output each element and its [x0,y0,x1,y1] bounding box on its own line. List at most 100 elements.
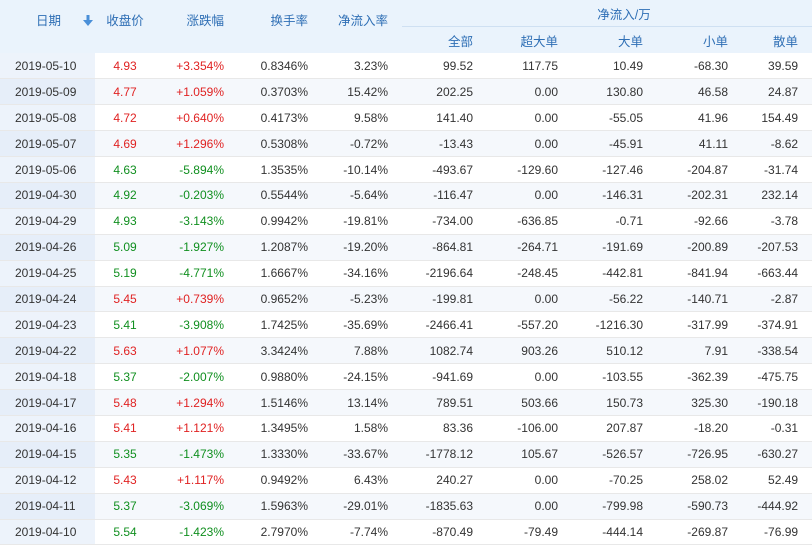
net-inflow-rate-header[interactable]: 净流入率 [322,0,402,53]
close-price-cell: 5.63 [95,337,155,365]
net-inflow-total-cell: -1778.12 [402,441,487,468]
sort-down-arrow-icon[interactable] [83,15,94,29]
close-price-cell: 5.37 [95,363,155,391]
net-inflow-small-cell: -92.66 [657,208,742,235]
change-percent-cell: -3.069% [155,493,238,520]
close-price-cell: 5.37 [95,493,155,520]
table-row[interactable]: 2019-05-08 4.72 +0.640% 0.4173% 9.58% 141.40 0… [0,104,812,132]
net-inflow-small-cell: -269.87 [657,519,742,546]
net-inflow-large-cell: -799.98 [572,493,657,520]
net-inflow-total-cell: -493.67 [402,156,487,183]
net-inflow-total-cell: 202.25 [402,78,487,106]
change-percent-cell: +1.294% [155,389,238,416]
net-inflow-super-large-header[interactable]: 超大单 [487,26,572,53]
net-inflow-rate-cell: -5.64% [322,182,402,209]
turnover-rate-cell: 1.3330% [238,441,322,468]
table-row[interactable]: 2019-04-15 5.35 -1.473% 1.3330% -33.67% -1778… [0,441,812,468]
change-percent-cell: -4.771% [155,260,238,287]
table-row[interactable]: 2019-04-11 5.37 -3.069% 1.5963% -29.01% -1835… [0,493,812,520]
net-inflow-retail-header[interactable]: 散单 [742,26,812,53]
net-inflow-super-large-cell: 0.00 [487,467,572,494]
table-row[interactable]: 2019-04-26 5.09 -1.927% 1.2087% -19.20% -864.… [0,234,812,261]
date-header[interactable]: 日期 [0,0,95,53]
net-inflow-retail-cell: -190.18 [742,389,812,416]
turnover-rate-cell: 2.7970% [238,519,322,546]
net-inflow-retail-cell: -2.87 [742,286,812,313]
close-price-cell: 5.48 [95,389,155,416]
net-inflow-small-cell: -841.94 [657,260,742,287]
change-percent-header[interactable]: 涨跌幅 [155,0,238,53]
net-inflow-total-cell: -199.81 [402,286,487,313]
date-cell: 2019-05-09 [0,78,95,106]
table-row[interactable]: 2019-04-25 5.19 -4.771% 1.6667% -34.16% -2196… [0,260,812,287]
net-inflow-small-cell: 46.58 [657,78,742,106]
date-header-label: 日期 [36,14,62,28]
table-row[interactable]: 2019-04-23 5.41 -3.908% 1.7425% -35.69% -2466… [0,311,812,339]
net-inflow-super-large-cell: 0.00 [487,286,572,313]
net-inflow-rate-cell: -5.23% [322,286,402,313]
change-percent-cell: -1.423% [155,519,238,546]
table-row[interactable]: 2019-05-07 4.69 +1.296% 0.5308% -0.72% -13.43… [0,130,812,158]
net-inflow-large-cell: -146.31 [572,182,657,209]
change-percent-cell: +1.296% [155,130,238,158]
net-inflow-total-cell: -1835.63 [402,493,487,520]
net-inflow-large-header[interactable]: 大单 [572,26,657,53]
table-row[interactable]: 2019-04-10 5.54 -1.423% 2.7970% -7.74% -870.4… [0,519,812,546]
net-inflow-rate-cell: -29.01% [322,493,402,520]
net-inflow-super-large-cell: -557.20 [487,311,572,339]
table-row[interactable]: 2019-05-06 4.63 -5.894% 1.3535% -10.14% -493.… [0,156,812,183]
net-inflow-small-cell: -18.20 [657,415,742,442]
turnover-rate-cell: 1.3495% [238,415,322,442]
net-inflow-retail-cell: 154.49 [742,104,812,132]
table-row[interactable]: 2019-04-24 5.45 +0.739% 0.9652% -5.23% -199.8… [0,286,812,313]
close-price-cell: 5.41 [95,415,155,442]
close-price-header[interactable]: 收盘价 [95,0,155,53]
net-inflow-large-cell: -444.14 [572,519,657,546]
close-price-cell: 5.41 [95,311,155,339]
net-inflow-small-cell: -317.99 [657,311,742,339]
net-inflow-small-header[interactable]: 小单 [657,26,742,53]
table-row[interactable]: 2019-05-09 4.77 +1.059% 0.3703% 15.42% 202.25… [0,78,812,106]
turnover-rate-cell: 0.9880% [238,363,322,391]
turnover-rate-cell: 0.9942% [238,208,322,235]
net-inflow-retail-cell: -374.91 [742,311,812,339]
net-inflow-total-cell: 789.51 [402,389,487,416]
table-row[interactable]: 2019-04-12 5.43 +1.117% 0.9492% 6.43% 240.27 0… [0,467,812,494]
table-row[interactable]: 2019-04-16 5.41 +1.121% 1.3495% 1.58% 83.36 -1… [0,415,812,442]
change-percent-cell: +3.354% [155,53,238,80]
net-inflow-total-cell: -734.00 [402,208,487,235]
table-row[interactable]: 2019-04-18 5.37 -2.007% 0.9880% -24.15% -941.… [0,363,812,391]
net-inflow-large-cell: -442.81 [572,260,657,287]
table-row[interactable]: 2019-05-10 4.93 +3.354% 0.8346% 3.23% 99.52 11… [0,53,812,80]
net-inflow-super-large-cell: 0.00 [487,182,572,209]
date-cell: 2019-04-25 [0,260,95,287]
net-inflow-total-cell: -864.81 [402,234,487,261]
net-inflow-retail-cell: -630.27 [742,441,812,468]
turnover-rate-cell: 0.8346% [238,53,322,80]
net-inflow-large-cell: 150.73 [572,389,657,416]
net-inflow-large-cell: -127.46 [572,156,657,183]
net-inflow-retail-cell: -31.74 [742,156,812,183]
net-inflow-super-large-cell: -106.00 [487,415,572,442]
table-row[interactable]: 2019-04-30 4.92 -0.203% 0.5544% -5.64% -116.4… [0,182,812,209]
table-row[interactable]: 2019-04-17 5.48 +1.294% 1.5146% 13.14% 789.51… [0,389,812,416]
turnover-rate-header[interactable]: 换手率 [238,0,322,53]
date-cell: 2019-04-10 [0,519,95,546]
net-inflow-retail-cell: -663.44 [742,260,812,287]
change-percent-cell: +1.059% [155,78,238,106]
table-row[interactable]: 2019-04-22 5.63 +1.077% 3.3424% 7.88% 1082.74… [0,337,812,365]
net-inflow-small-cell: -590.73 [657,493,742,520]
net-inflow-retail-cell: 52.49 [742,467,812,494]
net-inflow-total-cell: 99.52 [402,53,487,80]
net-inflow-retail-cell: 232.14 [742,182,812,209]
close-price-cell: 4.69 [95,130,155,158]
turnover-rate-cell: 1.5963% [238,493,322,520]
net-inflow-total-cell: 83.36 [402,415,487,442]
close-price-cell: 4.72 [95,104,155,132]
net-inflow-retail-cell: -8.62 [742,130,812,158]
date-cell: 2019-05-10 [0,53,95,80]
net-inflow-total-header[interactable]: 全部 [402,26,487,53]
turnover-rate-cell: 1.2087% [238,234,322,261]
table-row[interactable]: 2019-04-29 4.93 -3.143% 0.9942% -19.81% -734.… [0,208,812,235]
net-inflow-rate-cell: 15.42% [322,78,402,106]
